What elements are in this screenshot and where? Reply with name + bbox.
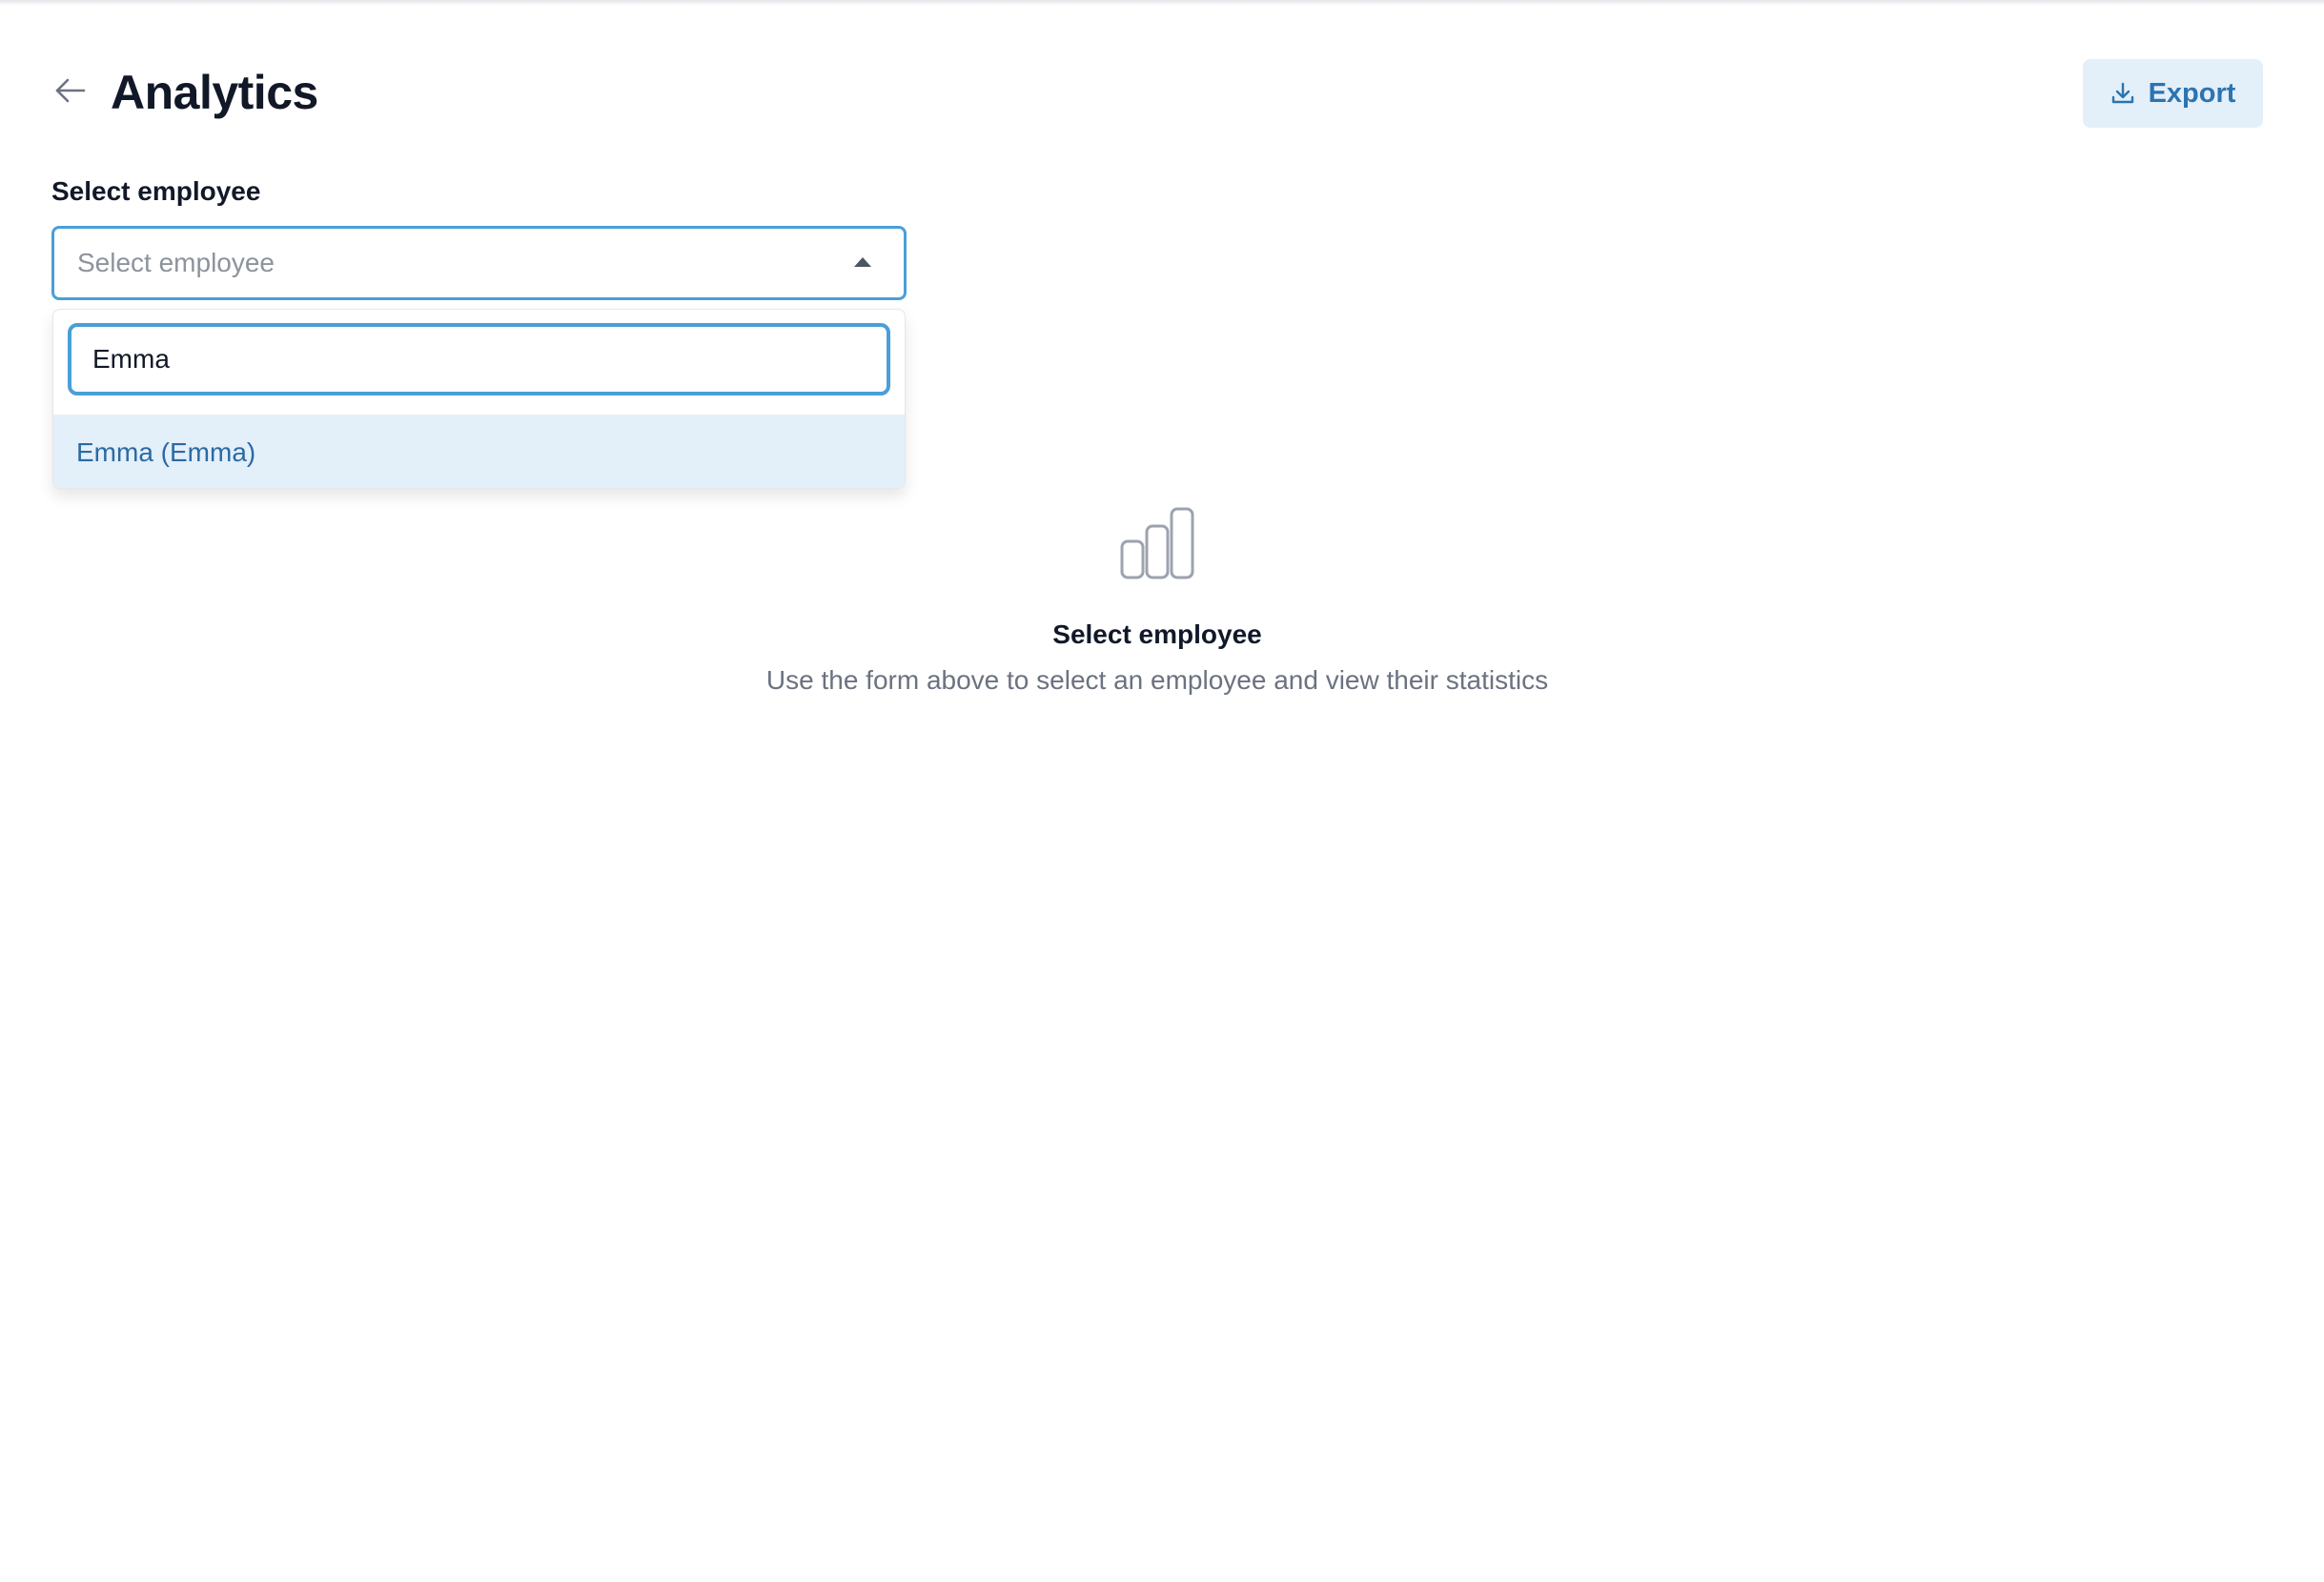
employee-select[interactable]: Select employee xyxy=(51,226,907,300)
page-title: Analytics xyxy=(111,66,318,119)
employee-dropdown: Emma (Emma) xyxy=(52,309,906,489)
export-label: Export xyxy=(2148,77,2236,109)
empty-state-title: Select employee xyxy=(1052,619,1262,649)
employee-field-label: Select employee xyxy=(51,176,261,206)
page-header: Analytics xyxy=(51,57,318,128)
top-divider xyxy=(0,0,2324,6)
employee-search-input[interactable] xyxy=(68,323,890,396)
export-button[interactable]: Export xyxy=(2083,59,2263,128)
caret-up-icon[interactable] xyxy=(854,257,871,267)
empty-state: Select employee Use the form above to se… xyxy=(0,505,2314,696)
bar-chart-icon xyxy=(1119,505,1195,581)
empty-state-description: Use the form above to select an employee… xyxy=(765,665,1549,695)
analytics-page: Analytics Export Select employee Select … xyxy=(0,0,2324,1582)
employee-option[interactable]: Emma (Emma) xyxy=(53,415,905,488)
employee-select-placeholder: Select employee xyxy=(77,248,275,277)
arrow-left-icon xyxy=(53,73,88,112)
download-icon xyxy=(2110,81,2135,106)
back-button[interactable] xyxy=(51,73,90,112)
